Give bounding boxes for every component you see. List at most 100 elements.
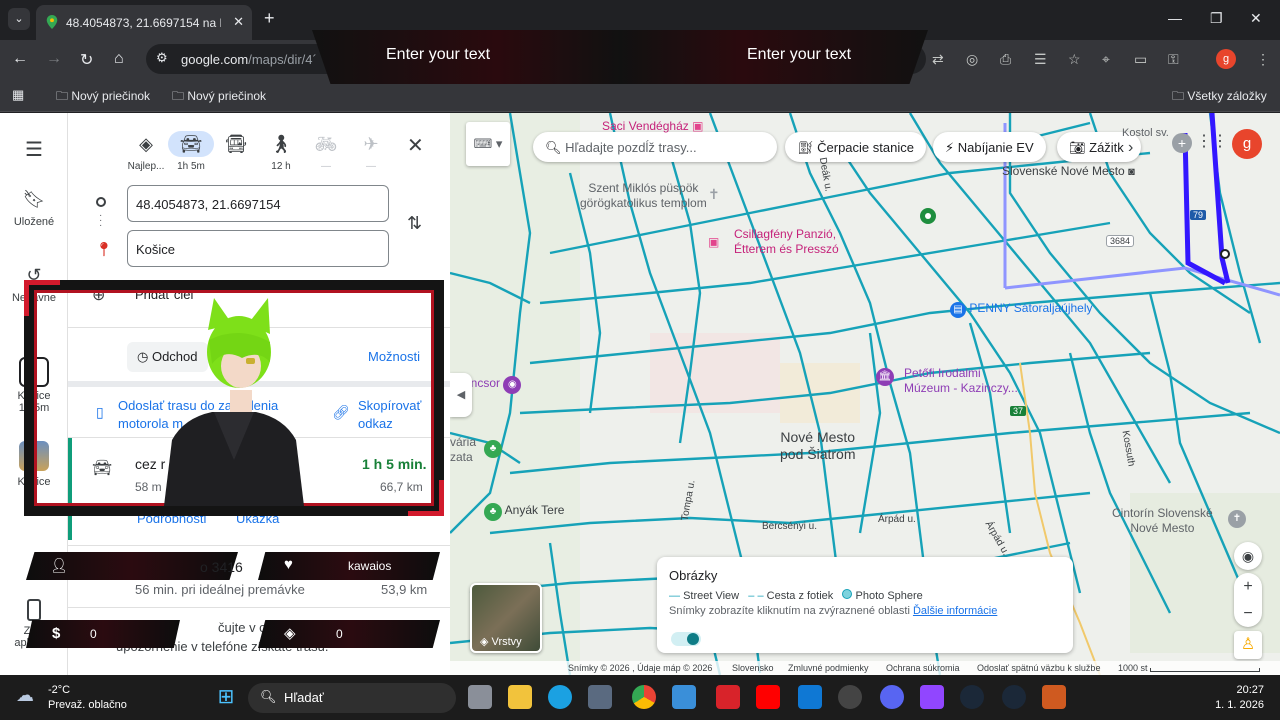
keyboard-icon[interactable]: ⌨ ▾: [466, 122, 510, 166]
frame-corner-tl: [24, 280, 60, 316]
church-icon: ✝: [708, 186, 720, 202]
footer-terms[interactable]: Zmluvné podmienky: [788, 663, 869, 673]
imagery-toggle[interactable]: [671, 632, 701, 646]
poi-csillagfeny[interactable]: ▣ Csillagfény Panzió, Étterem és Presszó: [708, 227, 839, 257]
payment-icon[interactable]: ▭: [1134, 51, 1147, 68]
site-info-icon[interactable]: ⚙: [156, 50, 168, 66]
minimize-icon[interactable]: —: [1168, 10, 1182, 26]
popup-title: Obrázky: [669, 568, 718, 583]
menu-kebab-icon[interactable]: ⋮: [1256, 51, 1270, 68]
footer-country[interactable]: Slovensko: [732, 663, 774, 673]
taskbar-search[interactable]: 🔍︎ Hľadať: [248, 683, 456, 713]
app-icon-calculator[interactable]: [672, 685, 696, 709]
game-icon[interactable]: [1042, 685, 1066, 709]
heart-icon: ♥: [284, 556, 293, 573]
weather-temp[interactable]: -2°C: [48, 684, 70, 696]
add-place-icon[interactable]: +: [1172, 133, 1192, 153]
clock-time[interactable]: 20:27: [1226, 684, 1264, 696]
obs-icon[interactable]: [838, 685, 862, 709]
task-view-icon[interactable]: [468, 685, 492, 709]
profile-avatar[interactable]: g: [1216, 49, 1236, 69]
twitch-icon[interactable]: [920, 685, 944, 709]
poi-kincsor[interactable]: incsor ◉: [468, 376, 522, 394]
origin-input[interactable]: 48.4054873, 21.6697154: [127, 185, 389, 222]
search-along-route[interactable]: 🔍︎ Hľadajte pozdĺž trasy...: [533, 132, 777, 162]
edge-icon[interactable]: [548, 685, 572, 709]
bookmark-folder-2[interactable]: 🗀 Nový priečinok: [172, 87, 266, 108]
footer-feedback[interactable]: Odoslať spätnú väzbu k službe: [977, 663, 1100, 673]
swap-icon[interactable]: ⇅: [407, 213, 422, 234]
discord-icon[interactable]: [880, 685, 904, 709]
new-tab-button[interactable]: +: [264, 8, 275, 29]
apps-grid-icon[interactable]: ▦: [12, 87, 24, 103]
weather-desc[interactable]: Prevaž. oblačno: [48, 699, 127, 711]
reader-icon[interactable]: ☰: [1034, 51, 1047, 68]
collapse-panel-button[interactable]: ◀: [450, 373, 472, 417]
bookmark-folder-1[interactable]: 🗀 Nový priečinok: [56, 87, 150, 108]
chip-gas-stations[interactable]: ⛽︎ Čerpacie stanice: [785, 132, 926, 162]
mode-walk[interactable]: 🚶︎ 12 h: [258, 131, 304, 172]
town-label: Nové Mesto pod Šiatrom: [780, 429, 856, 462]
poi-petofi[interactable]: 🏛︎ Petőfi Irodalmi Múzeum - Kazinczy...: [876, 366, 1018, 396]
amd-icon[interactable]: [716, 685, 740, 709]
print-icon[interactable]: ⎙: [1000, 51, 1011, 68]
poi-szent-miklos[interactable]: Szent Miklós püspök görögkatolikus templo…: [580, 181, 707, 211]
windows-start-icon[interactable]: ⊞: [214, 685, 238, 709]
mode-flight[interactable]: ✈ —: [348, 131, 394, 172]
file-explorer-icon[interactable]: [508, 685, 532, 709]
maps-pin-icon: [46, 15, 58, 29]
reload-icon[interactable]: ↻: [80, 50, 93, 70]
poi-saci[interactable]: Saci Vendégház ▣: [602, 119, 703, 133]
location-icon[interactable]: ⌖: [1102, 51, 1110, 68]
poi-anyak-tere[interactable]: ♣ Anyák Tere: [484, 503, 564, 521]
zoom-in-icon[interactable]: +: [1234, 573, 1262, 600]
poi-varia[interactable]: vária zata: [450, 435, 476, 465]
diamond-icon: ◈: [284, 625, 296, 642]
steam-icon[interactable]: [960, 685, 984, 709]
clock-date[interactable]: 1. 1. 2026: [1206, 699, 1264, 711]
hamburger-menu-icon[interactable]: ☰: [0, 137, 68, 162]
store-icon[interactable]: [588, 685, 612, 709]
steam-icon-2[interactable]: [1002, 685, 1026, 709]
back-icon[interactable]: ←: [12, 50, 28, 68]
close-window-icon[interactable]: ✕: [1250, 10, 1262, 27]
zoom-out-icon[interactable]: −: [1234, 600, 1262, 627]
poi-penny[interactable]: ▤ PENNY Sátoraljaújhely: [950, 301, 1093, 318]
password-key-icon[interactable]: ⚿: [1168, 51, 1179, 68]
map-canvas[interactable]: ⌨ ▾ 🔍︎ Hľadajte pozdĺž trasy... ⛽︎ Čerpa…: [450, 113, 1280, 675]
pegman-icon[interactable]: ♙: [1234, 631, 1262, 659]
close-directions-icon[interactable]: ✕: [407, 133, 424, 158]
chip-ev-charging[interactable]: ⚡︎ Nabíjanie EV: [933, 132, 1046, 162]
tab-search-button[interactable]: ⌄: [8, 8, 30, 30]
vsee-icon[interactable]: [798, 685, 822, 709]
my-location-icon[interactable]: ◉: [1234, 542, 1262, 570]
account-avatar[interactable]: g: [1232, 129, 1262, 159]
destination-input[interactable]: Košice: [127, 230, 389, 267]
poi-kostol[interactable]: Kostol sv.: [1122, 127, 1169, 139]
heart-bar: ♥ kawaios: [258, 552, 440, 580]
lens-icon[interactable]: ◎: [966, 51, 978, 68]
chrome-icon[interactable]: [632, 685, 656, 709]
mode-best[interactable]: ◈ Najlep...: [123, 131, 169, 172]
saved-button[interactable]: 🔖︎ Uložené: [0, 189, 68, 228]
home-icon[interactable]: ⌂: [114, 50, 124, 68]
mode-car[interactable]: 🚘︎ 1h 5m: [168, 131, 214, 172]
follower-count-text: o 3416: [200, 559, 243, 575]
layers-button[interactable]: ◈ Vrstvy: [470, 583, 542, 653]
more-info-link[interactable]: Ďalšie informácie: [913, 605, 997, 617]
active-tab[interactable]: 48.4054873, 21.6697154 na Košice ✕: [36, 5, 252, 40]
youtube-icon[interactable]: [756, 685, 780, 709]
chips-next-icon[interactable]: ›: [1128, 139, 1133, 157]
translate-icon[interactable]: ⇄: [932, 51, 944, 68]
route2-distance: 53,9 km: [381, 582, 428, 597]
poi-cintorin[interactable]: Cintorín Slovenské Nové Mesto: [1112, 506, 1213, 536]
footer-privacy[interactable]: Ochrana súkromia: [886, 663, 960, 673]
forward-icon[interactable]: →: [46, 50, 62, 68]
all-bookmarks-folder[interactable]: 🗀 Všetky záložky: [1172, 87, 1267, 108]
close-tab-icon[interactable]: ✕: [233, 14, 244, 30]
mode-transit[interactable]: 🚍︎: [213, 131, 259, 161]
footer-scale[interactable]: 1000 st: [1118, 663, 1148, 673]
bookmark-star-icon[interactable]: ☆: [1068, 51, 1081, 68]
maximize-icon[interactable]: ❐: [1210, 10, 1223, 27]
mode-bike[interactable]: 🚲︎ —: [303, 131, 349, 172]
